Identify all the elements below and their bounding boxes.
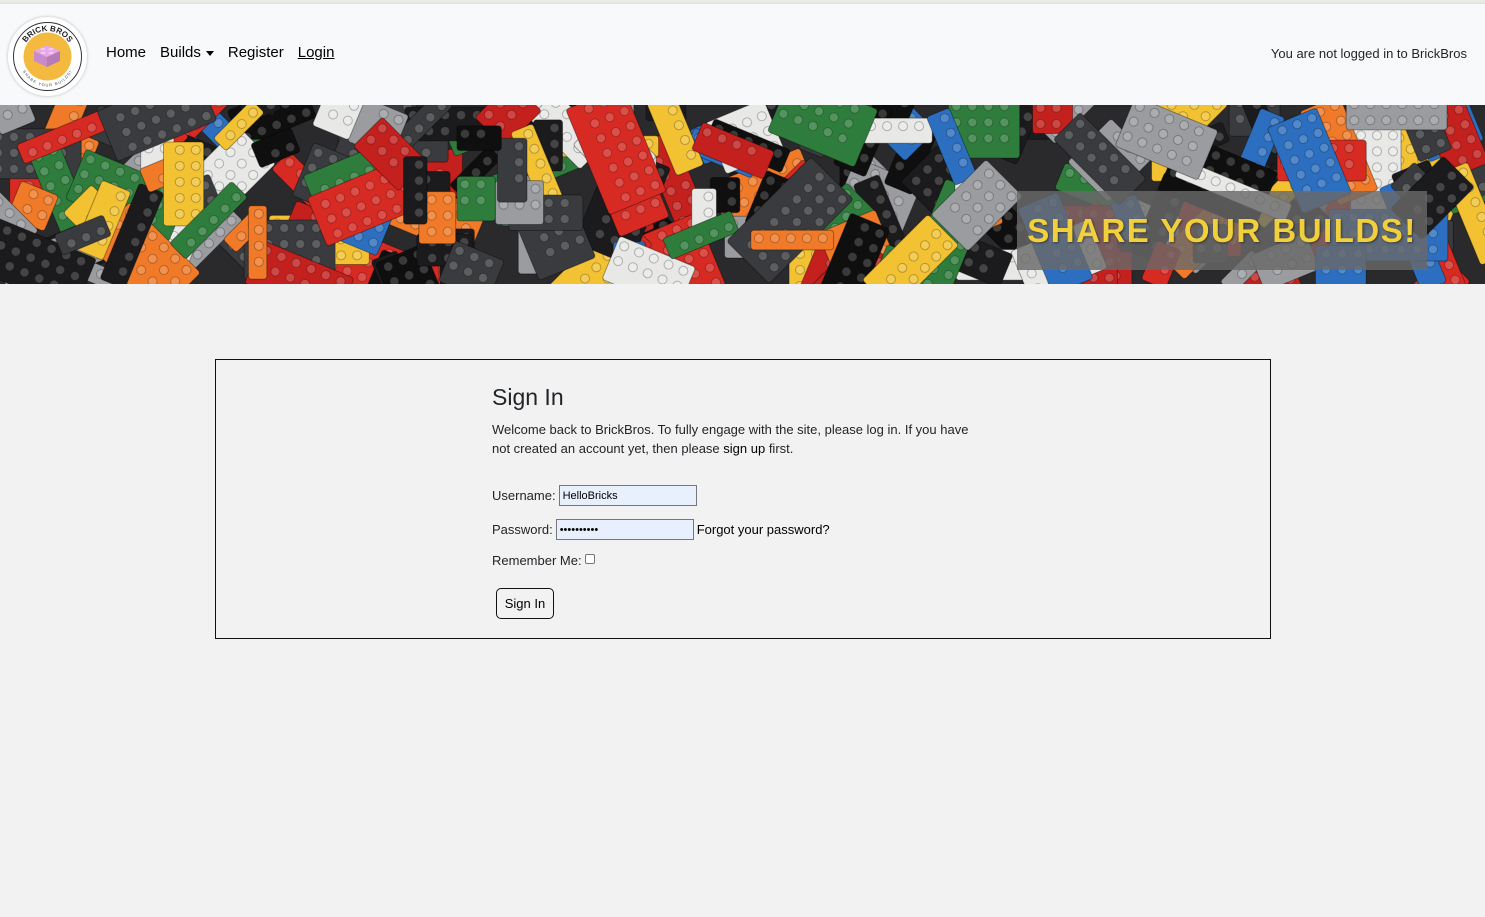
password-label: Password:: [492, 522, 553, 537]
username-input[interactable]: [558, 485, 697, 506]
username-label: Username:: [492, 488, 556, 503]
login-status: You are not logged in to BrickBros: [1270, 46, 1467, 61]
forgot-password-link[interactable]: Forgot your password?: [697, 522, 830, 537]
hero-tagline-box: SHARE YOUR BUILDS!: [1017, 191, 1427, 270]
signin-content: Sign In Welcome back to BrickBros. To fu…: [492, 384, 992, 619]
remember-row: Remember Me:: [492, 553, 595, 568]
signup-link[interactable]: sign up: [723, 441, 765, 456]
hero-tagline: SHARE YOUR BUILDS!: [1027, 211, 1417, 249]
signin-card: Sign In Welcome back to BrickBros. To fu…: [215, 359, 1271, 639]
nav-register[interactable]: Register: [228, 44, 284, 61]
nav-login[interactable]: Login: [298, 44, 335, 61]
navbar: BRICK BROS SHARE YOUR BUILDS! Home Build…: [0, 4, 1485, 105]
password-row: Password: Forgot your password?: [492, 519, 830, 540]
nav-links: Home Builds Register Login: [106, 44, 348, 61]
username-row: Username:: [492, 485, 697, 506]
nav-builds-dropdown[interactable]: Builds: [160, 44, 214, 61]
nav-home[interactable]: Home: [106, 44, 146, 61]
signin-intro: Welcome back to BrickBros. To fully enga…: [492, 420, 982, 458]
caret-down-icon: [205, 51, 214, 56]
hero-banner: SHARE YOUR BUILDS!: [0, 105, 1485, 284]
signin-button[interactable]: Sign In: [496, 588, 554, 619]
remember-checkbox[interactable]: [584, 553, 595, 564]
page-title: Sign In: [492, 384, 564, 410]
brickbros-logo[interactable]: BRICK BROS SHARE YOUR BUILDS!: [8, 17, 87, 96]
remember-label: Remember Me:: [492, 553, 582, 568]
nav-builds-label: Builds: [160, 44, 201, 61]
intro-text-after: first.: [765, 441, 794, 456]
logo-graphic: BRICK BROS SHARE YOUR BUILDS!: [13, 22, 82, 91]
password-input[interactable]: [555, 519, 694, 540]
